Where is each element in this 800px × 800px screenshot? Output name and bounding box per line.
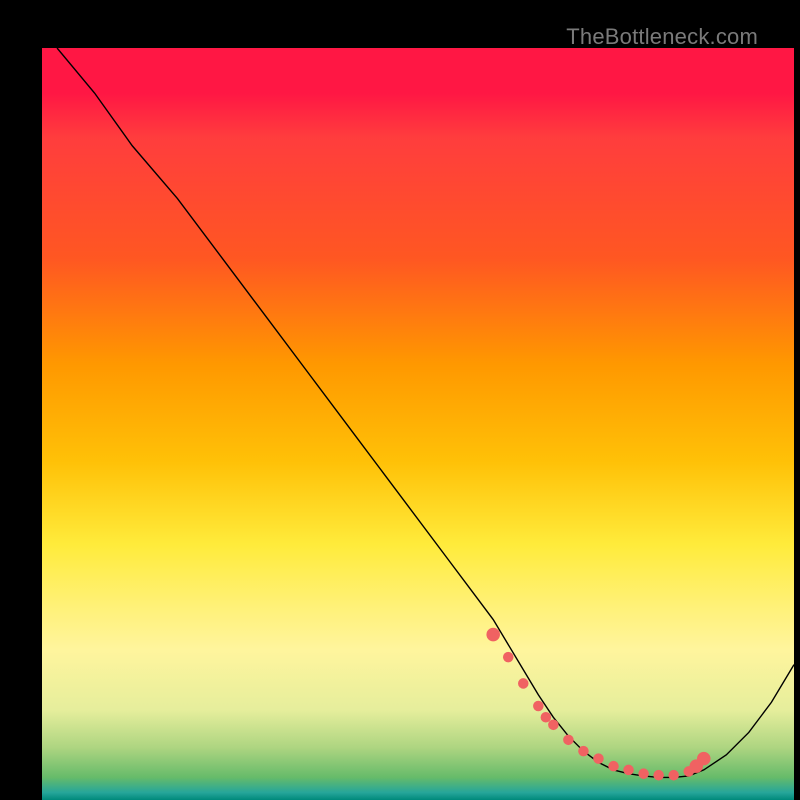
- marker-dot: [563, 735, 574, 746]
- marker-dot: [653, 770, 664, 781]
- marker-dot: [533, 701, 544, 712]
- chart-svg: [42, 48, 794, 800]
- marker-dot: [593, 753, 604, 764]
- marker-dot: [668, 770, 679, 781]
- marker-dot: [548, 720, 559, 731]
- marker-dot: [638, 768, 649, 779]
- chart-frame: TheBottleneck.com: [18, 18, 782, 782]
- bottleneck-curve: [57, 48, 794, 777]
- marker-dot: [503, 652, 514, 663]
- marker-dot: [623, 765, 634, 776]
- plot-area: [42, 48, 794, 800]
- marker-dot: [608, 761, 619, 772]
- marker-dot: [518, 678, 529, 689]
- marker-dot: [697, 752, 711, 766]
- marker-dot: [541, 712, 552, 723]
- watermark-text: TheBottleneck.com: [566, 24, 758, 50]
- marker-dot: [486, 628, 500, 642]
- optimal-range-markers: [486, 628, 710, 781]
- marker-dot: [578, 746, 589, 757]
